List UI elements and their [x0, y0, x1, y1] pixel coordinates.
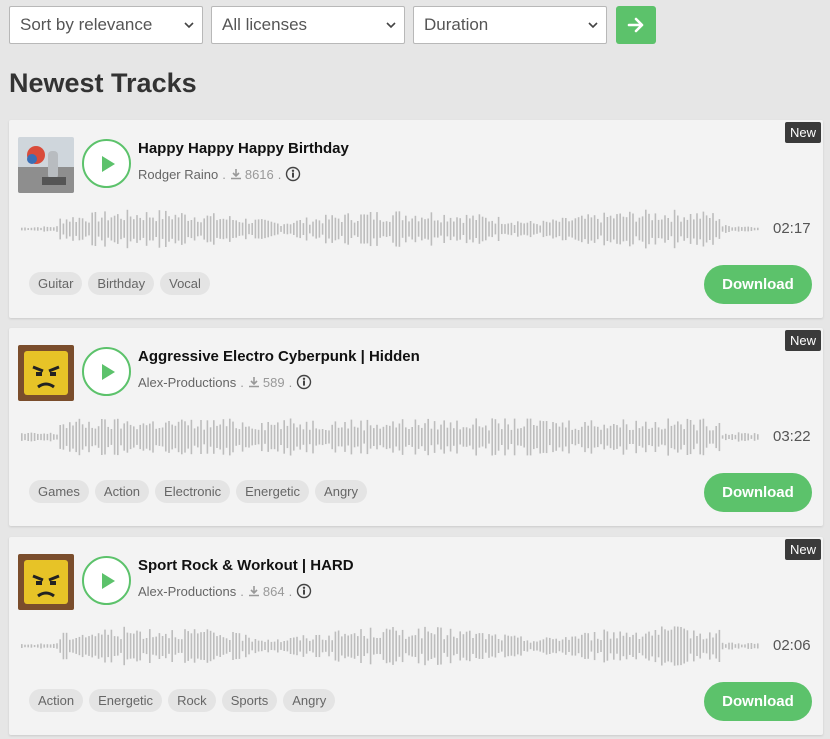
- track-title[interactable]: Happy Happy Happy Birthday: [138, 140, 349, 157]
- track-artist[interactable]: Alex-Productions: [138, 584, 236, 599]
- tag[interactable]: Angry: [283, 689, 336, 712]
- track-thumbnail[interactable]: [18, 345, 74, 401]
- download-count: 8616: [230, 167, 274, 182]
- download-button[interactable]: Download: [704, 265, 812, 304]
- tag[interactable]: Action: [94, 480, 150, 503]
- duration-select[interactable]: Duration: [413, 6, 607, 44]
- track-thumbnail[interactable]: [18, 554, 74, 610]
- tag-list: Games Action Electronic Energetic Angry: [29, 480, 368, 503]
- sort-select-label: Sort by relevance: [20, 15, 153, 34]
- download-count: 864: [248, 584, 285, 599]
- new-badge: New: [784, 539, 821, 560]
- meta-separator: .: [240, 374, 244, 390]
- tag[interactable]: Guitar: [29, 272, 83, 295]
- track-artist[interactable]: Rodger Raino: [138, 167, 218, 182]
- track-duration: 03:22: [773, 428, 811, 445]
- track-card: New Happy Happy Happy Birthday Rodger Ra…: [9, 120, 823, 318]
- tag[interactable]: Action: [29, 689, 84, 712]
- waveform[interactable]: [19, 414, 765, 460]
- apply-filters-button[interactable]: [616, 6, 656, 44]
- tag[interactable]: Games: [29, 480, 89, 503]
- track-duration: 02:17: [773, 220, 811, 237]
- tag[interactable]: Rock: [168, 689, 216, 712]
- play-icon: [101, 572, 115, 589]
- chevron-down-icon: [386, 22, 396, 29]
- play-icon: [101, 363, 115, 380]
- download-button[interactable]: Download: [704, 682, 812, 721]
- duration-select-label: Duration: [424, 15, 489, 34]
- tag[interactable]: Vocal: [160, 272, 210, 295]
- track-thumbnail[interactable]: [18, 137, 74, 193]
- track-meta: Alex-Productions . 589 .: [138, 374, 312, 390]
- download-count-value: 864: [262, 583, 285, 599]
- new-badge: New: [784, 330, 821, 351]
- download-icon: [248, 586, 259, 597]
- waveform[interactable]: [19, 206, 765, 252]
- track-artist[interactable]: Alex-Productions: [138, 375, 236, 390]
- download-count: 589: [248, 375, 285, 390]
- waveform[interactable]: [19, 623, 765, 669]
- meta-separator: .: [222, 166, 226, 182]
- meta-separator: .: [277, 166, 282, 182]
- tag-list: Action Energetic Rock Sports Angry: [29, 689, 336, 712]
- chevron-down-icon: [184, 22, 194, 29]
- license-info-icon[interactable]: [296, 583, 312, 599]
- tag[interactable]: Sports: [221, 689, 278, 712]
- track-card: New Aggressive Electro Cyberpunk | Hidde…: [9, 328, 823, 526]
- meta-separator: .: [240, 583, 244, 599]
- license-info-icon[interactable]: [285, 166, 301, 182]
- license-info-icon[interactable]: [296, 374, 312, 390]
- track-title[interactable]: Sport Rock & Workout | HARD: [138, 557, 354, 574]
- tag[interactable]: Birthday: [88, 272, 155, 295]
- license-select[interactable]: All licenses: [211, 6, 405, 44]
- download-icon: [230, 169, 241, 180]
- track-meta: Alex-Productions . 864 .: [138, 583, 312, 599]
- play-button[interactable]: [82, 556, 131, 605]
- meta-separator: .: [288, 583, 293, 599]
- track-title[interactable]: Aggressive Electro Cyberpunk | Hidden: [138, 348, 420, 365]
- license-select-label: All licenses: [222, 15, 308, 34]
- filter-bar: Sort by relevance All licenses Duration: [9, 6, 656, 44]
- tag[interactable]: Energetic: [89, 689, 163, 712]
- new-badge: New: [784, 122, 821, 143]
- download-button[interactable]: Download: [704, 473, 812, 512]
- download-count-value: 8616: [244, 166, 274, 182]
- track-meta: Rodger Raino . 8616 .: [138, 166, 301, 182]
- play-button[interactable]: [82, 347, 131, 396]
- tag[interactable]: Angry: [315, 480, 368, 503]
- track-duration: 02:06: [773, 637, 811, 654]
- page-title: Newest Tracks: [9, 68, 197, 98]
- tag-list: Guitar Birthday Vocal: [29, 272, 210, 295]
- download-count-value: 589: [262, 374, 285, 390]
- play-icon: [101, 155, 115, 172]
- meta-separator: .: [288, 374, 293, 390]
- sort-select[interactable]: Sort by relevance: [9, 6, 203, 44]
- tag[interactable]: Electronic: [155, 480, 231, 503]
- arrow-right-icon: [627, 17, 644, 33]
- play-button[interactable]: [82, 139, 131, 188]
- download-icon: [248, 377, 259, 388]
- track-card: New Sport Rock & Workout | HARD Alex-Pro…: [9, 537, 823, 735]
- tag[interactable]: Energetic: [236, 480, 310, 503]
- chevron-down-icon: [588, 22, 598, 29]
